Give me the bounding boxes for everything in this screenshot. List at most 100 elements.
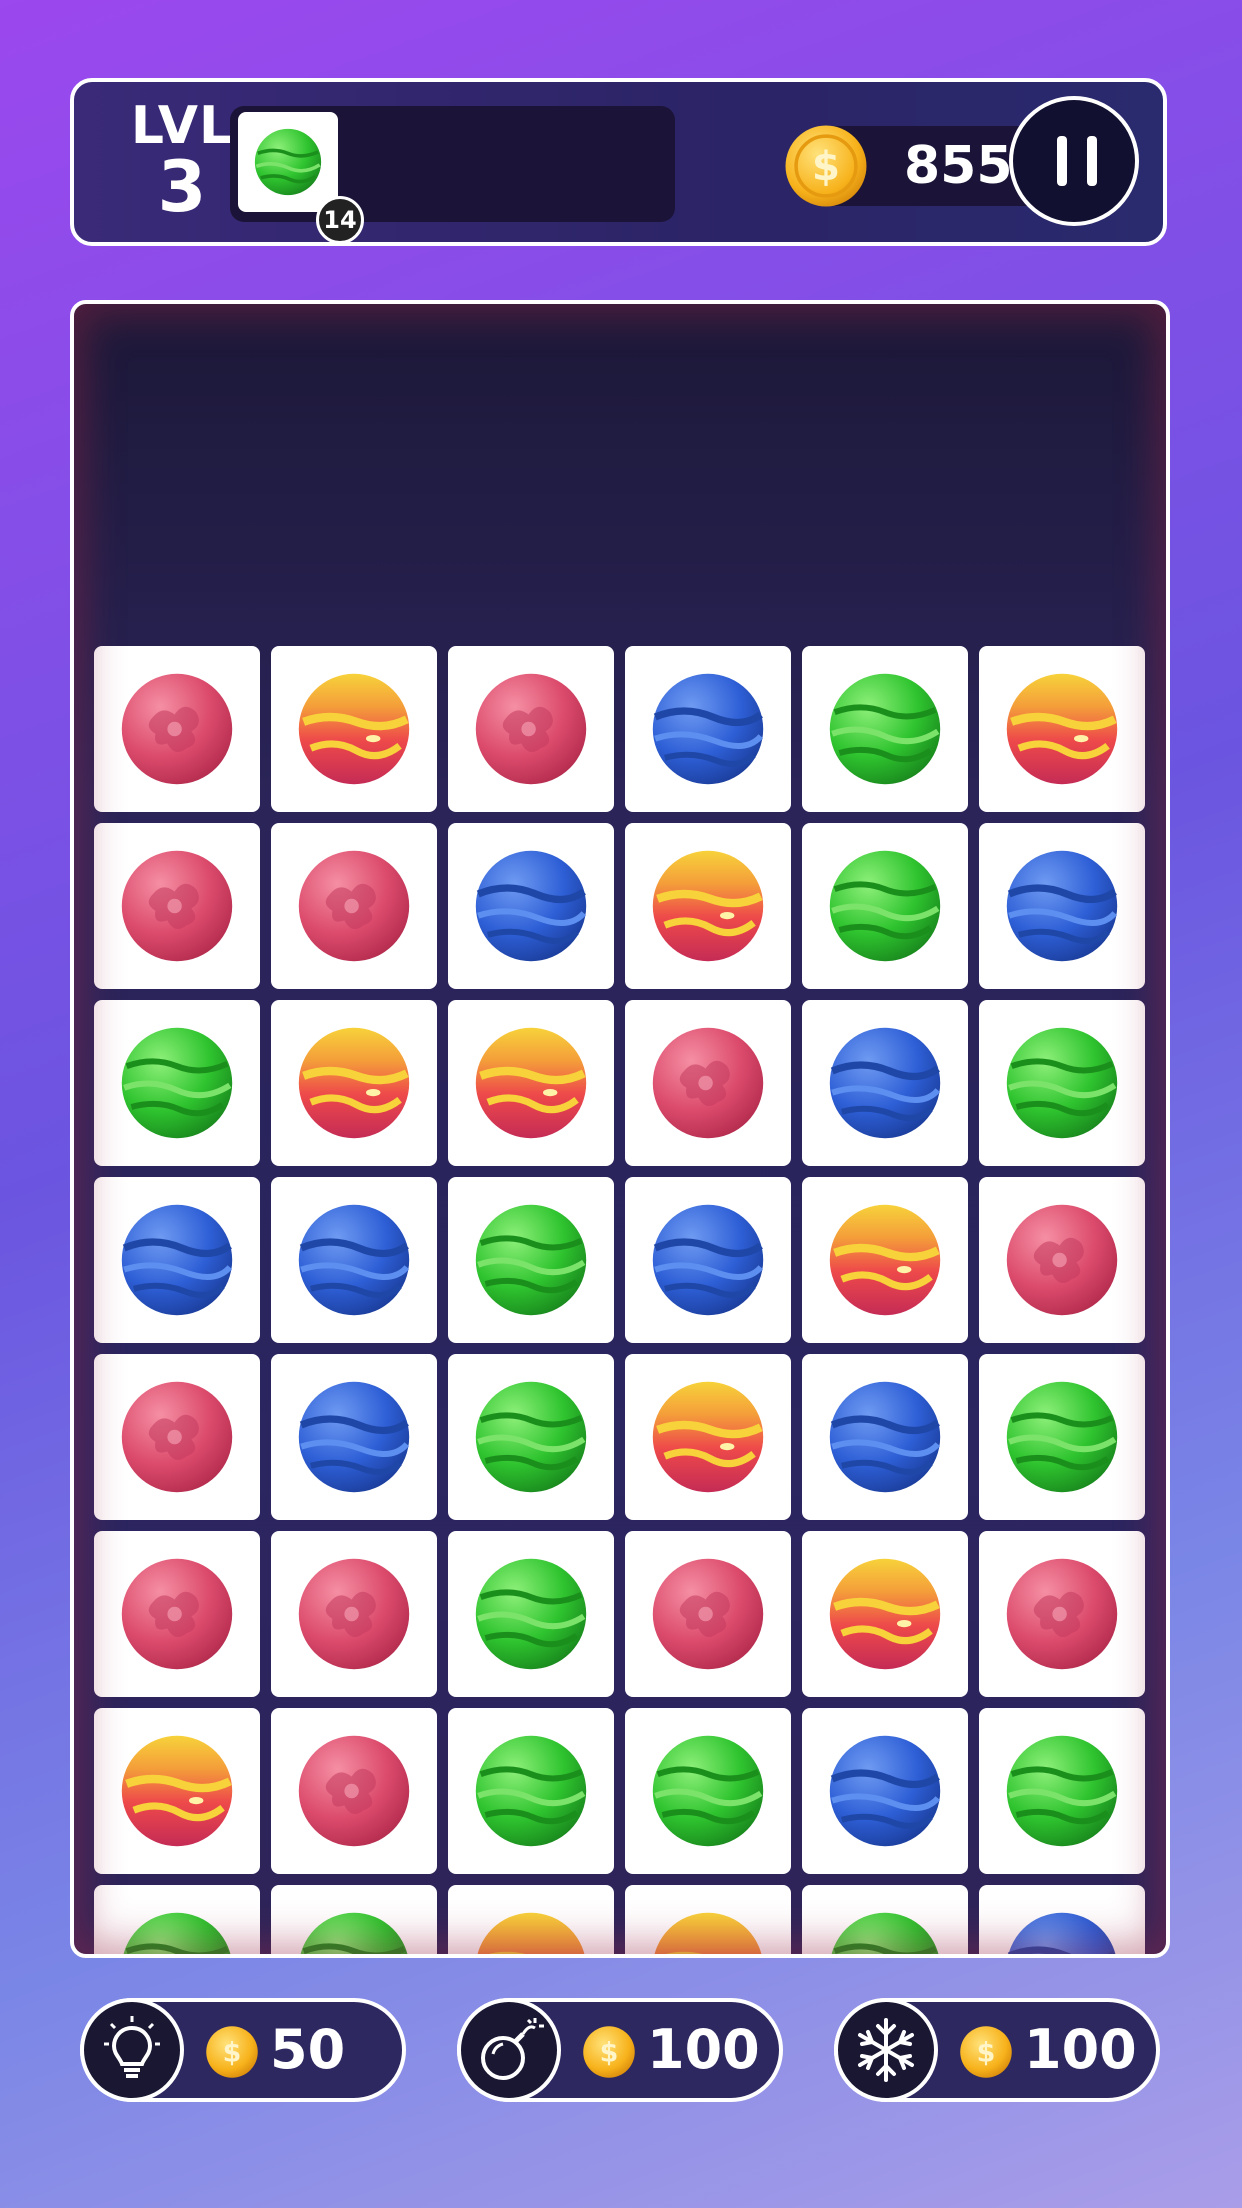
orange-planet-icon [652, 1381, 764, 1493]
blue-planet-icon [829, 1027, 941, 1139]
tile-blue-planet[interactable] [979, 1885, 1145, 1954]
red-planet-icon [475, 673, 587, 785]
tile-green-planet[interactable] [979, 1000, 1145, 1166]
tile-orange-planet[interactable] [94, 1708, 260, 1874]
tile-red-planet[interactable] [94, 823, 260, 989]
coin-count: 855 [904, 136, 1013, 196]
green-planet-icon [121, 1027, 233, 1139]
coin-icon: $ [206, 2026, 258, 2078]
tile-green-planet[interactable] [979, 1708, 1145, 1874]
tile-orange-planet[interactable] [625, 823, 791, 989]
goal-count: 14 [316, 196, 364, 244]
freeze-booster-button[interactable]: $ 100 [834, 1998, 1160, 2102]
blue-planet-icon [652, 673, 764, 785]
level-indicator: LVL 3 [122, 100, 242, 222]
svg-text:$: $ [812, 142, 840, 190]
bomb-icon [481, 2018, 544, 2080]
green-planet-icon [829, 850, 941, 962]
lightbulb-icon [104, 2016, 160, 2078]
green-planet-icon [1006, 1027, 1118, 1139]
tile-red-planet[interactable] [448, 646, 614, 812]
tile-green-planet[interactable] [448, 1531, 614, 1697]
tile-orange-planet[interactable] [802, 1177, 968, 1343]
hint-price: 50 [270, 2018, 346, 2081]
green-planet-icon [475, 1381, 587, 1493]
red-planet-icon [298, 1735, 410, 1847]
tile-green-planet[interactable] [625, 1708, 791, 1874]
tile-green-planet[interactable] [94, 1885, 260, 1954]
tile-orange-planet[interactable] [625, 1354, 791, 1520]
pause-button[interactable] [1009, 96, 1139, 226]
tile-blue-planet[interactable] [802, 1000, 968, 1166]
tile-orange-planet[interactable] [271, 1000, 437, 1166]
coin-icon: $ [960, 2026, 1012, 2078]
level-number: 3 [157, 146, 207, 228]
tile-green-planet[interactable] [448, 1708, 614, 1874]
blue-planet-icon [1007, 1912, 1116, 1954]
tile-blue-planet[interactable] [448, 823, 614, 989]
red-planet-icon [1006, 1204, 1118, 1316]
tile-red-planet[interactable] [94, 1531, 260, 1697]
green-planet-icon [1006, 1735, 1118, 1847]
tile-green-planet[interactable] [448, 1354, 614, 1520]
green-planet-icon [831, 1912, 939, 1954]
green-planet-icon [475, 1735, 587, 1847]
tile-blue-planet[interactable] [802, 1708, 968, 1874]
tile-blue-planet[interactable] [979, 823, 1145, 989]
tile-green-planet[interactable] [94, 1000, 260, 1166]
blue-planet-icon [475, 850, 587, 962]
orange-planet-icon [1006, 673, 1118, 785]
tile-orange-planet[interactable] [448, 1885, 614, 1954]
tile-red-planet[interactable] [625, 1531, 791, 1697]
tile-red-planet[interactable] [979, 1531, 1145, 1697]
tile-red-planet[interactable] [94, 1354, 260, 1520]
tile-red-planet[interactable] [271, 1531, 437, 1697]
tile-green-planet[interactable] [448, 1177, 614, 1343]
red-planet-icon [1006, 1558, 1118, 1670]
orange-planet-icon [477, 1912, 585, 1954]
red-planet-icon [121, 673, 233, 785]
tile-green-planet[interactable] [802, 646, 968, 812]
blue-planet-icon [1006, 850, 1118, 962]
tile-orange-planet[interactable] [271, 646, 437, 812]
tile-blue-planet[interactable] [271, 1177, 437, 1343]
green-planet-icon [1006, 1381, 1118, 1493]
blue-planet-icon [298, 1204, 410, 1316]
tile-red-planet[interactable] [271, 1708, 437, 1874]
blue-planet-icon [652, 1204, 764, 1316]
tile-green-planet[interactable] [802, 1885, 968, 1954]
tile-orange-planet[interactable] [802, 1531, 968, 1697]
tile-green-planet[interactable] [979, 1354, 1145, 1520]
level-label: LVL [130, 96, 234, 156]
svg-text:$: $ [223, 2038, 242, 2069]
tile-blue-planet[interactable] [625, 646, 791, 812]
tile-blue-planet[interactable] [625, 1177, 791, 1343]
tile-blue-planet[interactable] [802, 1354, 968, 1520]
tile-green-planet[interactable] [802, 823, 968, 989]
orange-planet-icon [829, 1558, 941, 1670]
tile-orange-planet[interactable] [979, 646, 1145, 812]
tile-red-planet[interactable] [625, 1000, 791, 1166]
pause-icon [1057, 136, 1067, 186]
svg-text:$: $ [977, 2038, 996, 2069]
tile-orange-planet[interactable] [448, 1000, 614, 1166]
tile-blue-planet[interactable] [94, 1177, 260, 1343]
green-planet-icon [652, 1735, 764, 1847]
bomb-booster-button[interactable]: $ 100 [457, 1998, 783, 2102]
blue-planet-icon [829, 1735, 941, 1847]
tile-green-planet[interactable] [271, 1885, 437, 1954]
hint-booster-button[interactable]: $ 50 [80, 1998, 406, 2102]
svg-text:$: $ [600, 2038, 619, 2069]
tile-red-planet[interactable] [94, 646, 260, 812]
red-planet-icon [652, 1027, 764, 1139]
tile-red-planet[interactable] [979, 1177, 1145, 1343]
freeze-price: 100 [1024, 2018, 1137, 2081]
bomb-price: 100 [647, 2018, 760, 2081]
red-planet-icon [121, 850, 233, 962]
red-planet-icon [121, 1558, 233, 1670]
tile-orange-planet[interactable] [625, 1885, 791, 1954]
green-planet-icon [829, 673, 941, 785]
tile-blue-planet[interactable] [271, 1354, 437, 1520]
red-planet-icon [652, 1558, 764, 1670]
tile-red-planet[interactable] [271, 823, 437, 989]
